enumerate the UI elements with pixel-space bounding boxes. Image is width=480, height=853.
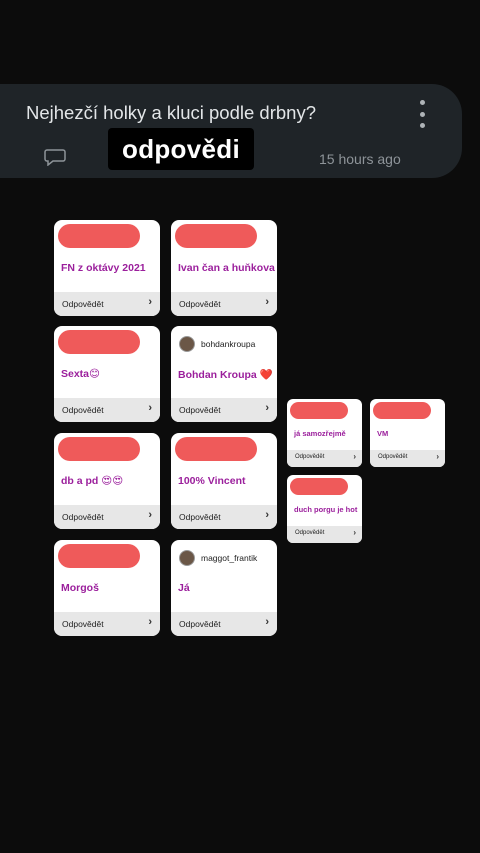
answer-text: Bohdan Kroupa ❤️ [178, 369, 273, 381]
reply-bar[interactable]: Odpovědět › [287, 526, 362, 543]
redacted-username [373, 402, 431, 419]
avatar [179, 550, 195, 566]
reply-bar[interactable]: Odpovědět › [287, 450, 362, 467]
reply-button[interactable]: Odpovědět [62, 619, 104, 629]
chevron-right-icon: › [148, 616, 152, 628]
chevron-right-icon: › [436, 452, 439, 461]
reply-bar[interactable]: Odpovědět › [54, 292, 160, 316]
answer-card[interactable]: FN z oktávy 2021 Odpovědět › [54, 220, 160, 316]
reply-bar[interactable]: Odpovědět › [171, 612, 277, 636]
user-chip: bohdankroupa [179, 336, 255, 352]
reply-bar[interactable]: Odpovědět › [54, 612, 160, 636]
answer-card[interactable]: duch porgu je hot Odpovědět › [287, 475, 362, 543]
chevron-right-icon: › [148, 509, 152, 521]
chevron-right-icon: › [265, 509, 269, 521]
answer-text: FN z oktávy 2021 [61, 262, 146, 274]
chevron-right-icon: › [265, 616, 269, 628]
answer-card[interactable]: bohdankroupa Bohdan Kroupa ❤️ Odpovědět … [171, 326, 277, 422]
answer-card[interactable]: Morgoš Odpovědět › [54, 540, 160, 636]
reply-button[interactable]: Odpovědět [179, 512, 221, 522]
answer-card[interactable]: db a pd 😍😍 Odpovědět › [54, 433, 160, 529]
username: maggot_frantik [201, 553, 258, 563]
redacted-username [175, 437, 257, 461]
reply-bar[interactable]: Odpovědět › [171, 505, 277, 529]
answer-text: Ivan čan a huňkova [178, 262, 275, 274]
answer-text: Morgoš [61, 582, 99, 594]
timestamp: 15 hours ago [319, 151, 401, 167]
answer-card[interactable]: VM Odpovědět › [370, 399, 445, 467]
answer-card[interactable]: Sexta😊 Odpovědět › [54, 326, 160, 422]
reply-bar[interactable]: Odpovědět › [54, 505, 160, 529]
answer-text: duch porgu je hot [294, 505, 358, 514]
reply-bar[interactable]: Odpovědět › [171, 292, 277, 316]
reply-bar[interactable]: Odpovědět › [171, 398, 277, 422]
username: bohdankroupa [201, 339, 256, 349]
redacted-username [58, 544, 140, 568]
more-vertical-icon[interactable] [416, 100, 428, 128]
answer-text: 100% Vincent [178, 475, 246, 487]
redacted-username [175, 224, 257, 248]
reply-bar[interactable]: Odpovědět › [370, 450, 445, 467]
redacted-username [58, 224, 140, 248]
reply-button[interactable]: Odpovědět [62, 512, 104, 522]
answer-text: Sexta😊 [61, 368, 100, 380]
redacted-username [290, 402, 348, 419]
reply-button[interactable]: Odpovědět [62, 299, 104, 309]
chevron-right-icon: › [353, 528, 356, 537]
reply-button[interactable]: Odpovědět [179, 299, 221, 309]
user-chip: maggot_frantik [179, 550, 257, 566]
answer-text: já samozřejmě [294, 429, 346, 438]
reply-button[interactable]: Odpovědět [179, 405, 221, 415]
reply-button[interactable]: Odpovědět [295, 530, 324, 536]
redacted-username [290, 478, 348, 495]
speech-bubble-icon[interactable] [44, 148, 66, 166]
chevron-right-icon: › [265, 296, 269, 308]
answer-card[interactable]: Ivan čan a huňkova Odpovědět › [171, 220, 277, 316]
chevron-right-icon: › [353, 452, 356, 461]
answer-card[interactable]: 100% Vincent Odpovědět › [171, 433, 277, 529]
chevron-right-icon: › [148, 296, 152, 308]
reply-button[interactable]: Odpovědět [295, 454, 324, 460]
answer-text: Já [178, 582, 190, 594]
answer-text: db a pd 😍😍 [61, 475, 124, 487]
reply-button[interactable]: Odpovědět [179, 619, 221, 629]
answer-card[interactable]: maggot_frantik Já Odpovědět › [171, 540, 277, 636]
reply-bar[interactable]: Odpovědět › [54, 398, 160, 422]
answers-badge: odpovědi [108, 128, 254, 170]
reply-button[interactable]: Odpovědět [378, 454, 407, 460]
reply-button[interactable]: Odpovědět [62, 405, 104, 415]
redacted-username [58, 437, 140, 461]
answer-text: VM [377, 429, 389, 438]
chevron-right-icon: › [265, 402, 269, 414]
avatar [179, 336, 195, 352]
answer-card[interactable]: já samozřejmě Odpovědět › [287, 399, 362, 467]
redacted-username [58, 330, 140, 354]
question-header: Nejhezčí holky a kluci podle drbny? odpo… [0, 84, 462, 178]
question-title: Nejhezčí holky a kluci podle drbny? [26, 102, 316, 123]
chevron-right-icon: › [148, 402, 152, 414]
